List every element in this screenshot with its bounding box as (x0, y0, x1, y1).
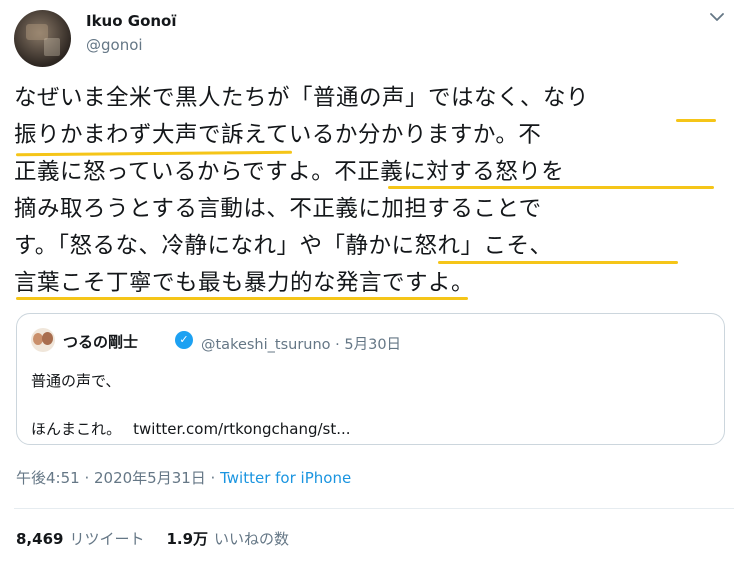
quoted-text-line: ほんまこれ。 twitter.com/rtkongchang/st... (31, 418, 351, 439)
retweets-label[interactable]: リツイート (69, 530, 144, 548)
quoted-avatar[interactable] (31, 328, 55, 352)
likes-count[interactable]: 1.9万 (166, 530, 208, 548)
highlight-underline (16, 297, 468, 300)
quoted-text: 普通の声で、 (31, 372, 121, 390)
avatar-detail (42, 332, 53, 345)
quoted-link[interactable]: twitter.com/rtkongchang/st... (133, 420, 350, 438)
author-display-name[interactable]: Ikuo Gonoï (86, 12, 177, 30)
avatar-detail (44, 38, 60, 56)
tweet-text-line: なぜいま全米で黒人たちが「普通の声」ではなく、なり (14, 85, 590, 111)
tweet-meta: 午後4:51 · 2020年5月31日 · Twitter for iPhone (16, 467, 351, 488)
divider (14, 508, 734, 509)
highlight-underline (676, 119, 716, 122)
highlight-underline (388, 186, 714, 189)
tweet-text-line: 振りかまわず大声で訴えているか分かりますか。不 (14, 122, 542, 148)
retweets-count[interactable]: 8,469 (16, 530, 63, 548)
quoted-tweet-card[interactable]: つるの剛士 ✓ @takeshi_tsuruno · 5月30日 普通の声で、 … (16, 313, 725, 445)
author-handle[interactable]: @gonoi (86, 36, 143, 54)
highlight-underline (438, 261, 678, 264)
chevron-down-icon[interactable] (704, 6, 730, 28)
tweet-text: なぜいま全米で黒人たちが「普通の声」ではなく、なり 振りかまわず大声で訴えている… (14, 80, 744, 302)
author-avatar[interactable] (14, 10, 71, 67)
quoted-text: ほんまこれ。 (31, 420, 122, 438)
tweet-timestamp[interactable]: 午後4:51 · 2020年5月31日 · (16, 469, 220, 487)
quoted-display-name[interactable]: つるの剛士 (63, 331, 138, 352)
source-link[interactable]: Twitter for iPhone (220, 469, 351, 487)
engagement-stats: 8,469 リツイート 1.9万 いいねの数 (16, 528, 289, 549)
tweet-text-line: す。「怒るな、冷静になれ」や「静かに怒れ」こそ、 (14, 233, 553, 259)
verified-badge-icon: ✓ (175, 331, 193, 349)
tweet-text-line: 摘み取ろうとする言動は、不正義に加担することで (14, 196, 542, 222)
likes-label[interactable]: いいねの数 (214, 530, 289, 548)
quoted-handle-date[interactable]: @takeshi_tsuruno · 5月30日 (201, 333, 401, 354)
